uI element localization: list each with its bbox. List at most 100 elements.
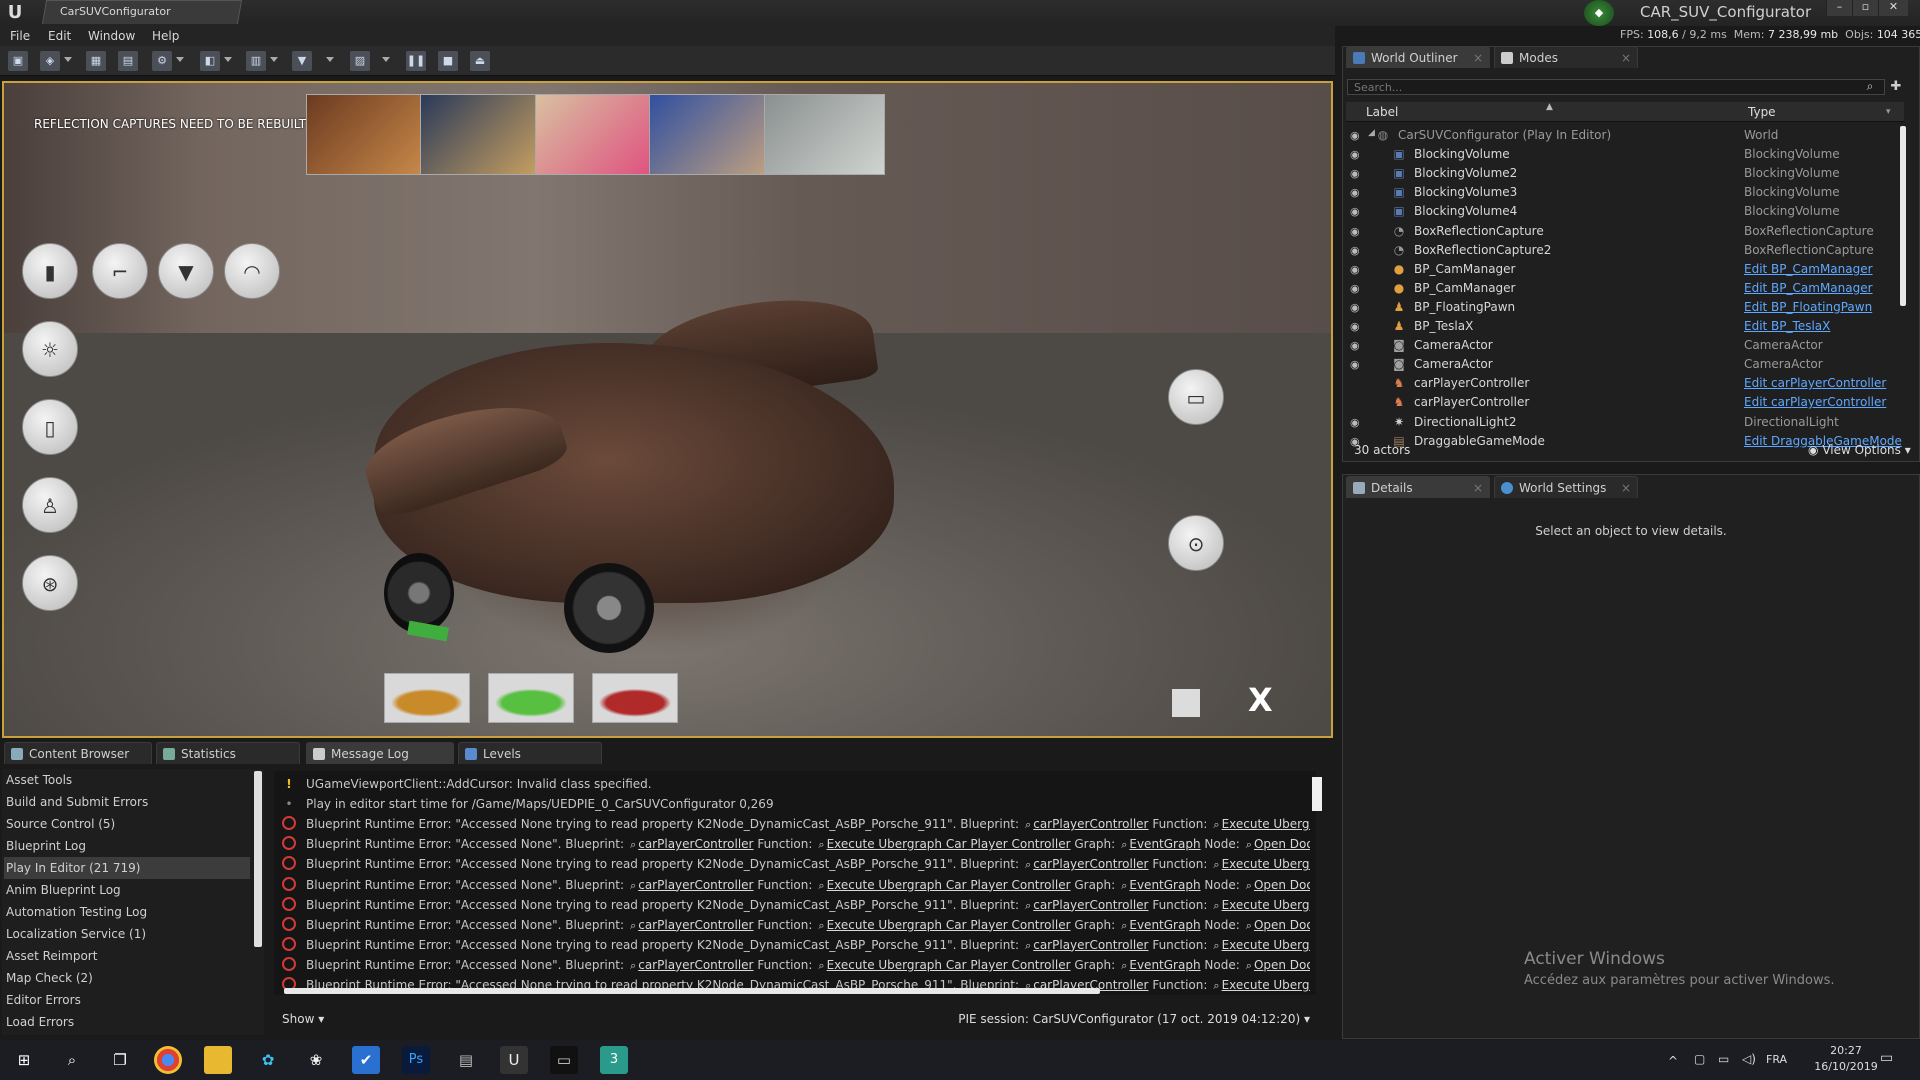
function-link[interactable]: Execute Ubergraph Car Player Contr xyxy=(1222,898,1310,912)
interior-button[interactable]: ▼ xyxy=(158,243,214,299)
log-category-item[interactable]: Load Errors xyxy=(4,1011,250,1033)
close-window-button[interactable]: ✕ xyxy=(1878,0,1908,16)
edit-blueprint-link[interactable]: Edit BP_TeslaX xyxy=(1744,319,1830,333)
app-icon-5[interactable]: 3 xyxy=(600,1046,628,1074)
tab-world-settings[interactable]: World Settings × xyxy=(1494,476,1638,498)
tab-levels[interactable]: Levels xyxy=(458,742,602,764)
front-view-button[interactable]: ⊙ xyxy=(1168,515,1224,571)
outliner-row[interactable]: ◉ ▣ BlockingVolume BlockingVolume xyxy=(1346,145,1898,164)
driver-button[interactable]: ♙ xyxy=(22,477,78,533)
log-category-item[interactable]: Build and Submit Errors xyxy=(4,791,250,813)
function-link[interactable]: Execute Ubergraph Car Player Controller xyxy=(827,918,1071,932)
magnifier-icon[interactable]: ⌕ xyxy=(1246,919,1252,932)
outliner-row[interactable]: ◉ ✷ DirectionalLight2 DirectionalLight xyxy=(1346,413,1898,432)
blueprint-link[interactable]: carPlayerController xyxy=(1033,898,1148,912)
menu-edit[interactable]: Edit xyxy=(48,29,71,43)
outliner-row[interactable]: ◉ ◙ CameraActor CameraActor xyxy=(1346,336,1898,355)
node-link[interactable]: Open Door Right xyxy=(1254,878,1310,892)
visibility-eye-icon[interactable]: ◉ xyxy=(1350,416,1364,429)
outliner-row[interactable]: ◉ ◙ CameraActor CameraActor xyxy=(1346,355,1898,374)
outliner-row[interactable]: ◉ ▣ BlockingVolume4 BlockingVolume xyxy=(1346,202,1898,221)
settings-icon[interactable]: ⚙ xyxy=(152,51,172,71)
visibility-eye-icon[interactable]: ◉ xyxy=(1350,205,1364,218)
tab-message-log[interactable]: Message Log xyxy=(306,742,454,764)
tab-content-browser[interactable]: Content Browser xyxy=(4,742,152,764)
show-filter-button[interactable]: Show ▾ xyxy=(282,1012,324,1026)
edit-blueprint-link[interactable]: Edit BP_CamManager xyxy=(1744,281,1873,295)
visibility-eye-icon[interactable]: ◉ xyxy=(1350,358,1364,371)
function-link[interactable]: Execute Ubergraph Car Player Contr xyxy=(1222,978,1310,992)
content-icon[interactable]: ▦ xyxy=(86,51,106,71)
visibility-eye-icon[interactable]: ◉ xyxy=(1350,148,1364,161)
close-config-button[interactable]: X xyxy=(1248,681,1273,719)
magnifier-icon[interactable]: ⌕ xyxy=(1246,959,1252,972)
tray-chevron-icon[interactable]: ^ xyxy=(1668,1054,1678,1068)
search-icon[interactable]: ⌕ xyxy=(1862,79,1878,95)
graph-link[interactable]: EventGraph xyxy=(1129,958,1200,972)
top-view-button[interactable]: ▯ xyxy=(22,399,78,455)
function-link[interactable]: Execute Ubergraph Car Player Contr xyxy=(1222,938,1310,952)
unreal-taskbar-icon[interactable]: U xyxy=(500,1046,528,1074)
blueprint-link[interactable]: carPlayerController xyxy=(638,837,753,851)
outliner-row[interactable]: ◉ ▣ BlockingVolume3 BlockingVolume xyxy=(1346,183,1898,202)
roof-button[interactable]: ◠ xyxy=(224,243,280,299)
compile-dropdown-icon[interactable] xyxy=(382,57,390,62)
cinematics-icon[interactable]: ▥ xyxy=(246,51,266,71)
maximize-button[interactable]: ▫ xyxy=(1852,0,1878,16)
outliner-scrollbar[interactable] xyxy=(1900,126,1906,306)
visibility-eye-icon[interactable]: ◉ xyxy=(1350,167,1364,180)
magnifier-icon[interactable]: ⌕ xyxy=(818,879,824,892)
blueprints-dropdown-icon[interactable] xyxy=(224,57,232,62)
photoshop-icon[interactable]: Ps xyxy=(402,1046,430,1074)
outliner-row[interactable]: ◉ ◔ BoxReflectionCapture BoxReflectionCaptu… xyxy=(1346,222,1898,241)
close-tab-icon[interactable]: × xyxy=(1473,477,1483,499)
log-vertical-scrollbar[interactable] xyxy=(1312,777,1322,811)
magnifier-icon[interactable]: ⌕ xyxy=(1213,858,1219,871)
menu-file[interactable]: File xyxy=(10,29,30,43)
magnifier-icon[interactable]: ⌕ xyxy=(1025,899,1031,912)
language-indicator[interactable]: FRA xyxy=(1766,1053,1787,1066)
column-dropdown-icon[interactable]: ▾ xyxy=(1886,107,1891,117)
visibility-eye-icon[interactable]: ◉ xyxy=(1350,320,1364,333)
blueprint-link[interactable]: carPlayerController xyxy=(1033,938,1148,952)
magnifier-icon[interactable]: ⌕ xyxy=(630,959,636,972)
pause-icon[interactable]: ❚❚ xyxy=(406,51,426,71)
expand-arrow-icon[interactable]: ◢ xyxy=(1368,128,1375,138)
build-icon[interactable]: ▼ xyxy=(292,51,312,71)
marketplace-icon[interactable]: ▤ xyxy=(118,51,138,71)
column-label[interactable]: Label xyxy=(1366,105,1398,119)
magnifier-icon[interactable]: ⌕ xyxy=(1213,979,1219,992)
car-color-option-2[interactable] xyxy=(488,673,574,723)
search-icon[interactable]: ⌕ xyxy=(58,1046,86,1074)
close-tab-icon[interactable]: × xyxy=(1621,477,1631,499)
function-link[interactable]: Execute Ubergraph Car Player Controller xyxy=(827,837,1071,851)
visibility-eye-icon[interactable]: ◉ xyxy=(1350,225,1364,238)
tab-modes[interactable]: Modes × xyxy=(1494,46,1638,68)
blueprint-link[interactable]: carPlayerController xyxy=(638,918,753,932)
source-control-icon[interactable]: ◈ xyxy=(40,51,60,71)
log-category-item[interactable]: Anim Blueprint Log xyxy=(4,879,250,901)
outliner-row[interactable]: ◉ ▣ BlockingVolume2 BlockingVolume xyxy=(1346,164,1898,183)
magnifier-icon[interactable]: ⌕ xyxy=(818,919,824,932)
node-link[interactable]: Open Door Right xyxy=(1254,837,1310,851)
build-dropdown-icon[interactable] xyxy=(326,57,334,62)
file-explorer-icon[interactable] xyxy=(204,1046,232,1074)
menu-window[interactable]: Window xyxy=(88,29,135,43)
magnifier-icon[interactable]: ⌕ xyxy=(1121,879,1127,892)
app-icon-2[interactable]: ❀ xyxy=(302,1046,330,1074)
visibility-eye-icon[interactable]: ◉ xyxy=(1350,244,1364,257)
visibility-eye-icon[interactable]: ◉ xyxy=(1350,186,1364,199)
pie-session-selector[interactable]: PIE session: CarSUVConfigurator (17 oct.… xyxy=(958,1012,1310,1026)
outliner-row[interactable]: ◉ ● BP_CamManager Edit BP_CamManager xyxy=(1346,279,1898,298)
blueprint-link[interactable]: carPlayerController xyxy=(638,958,753,972)
function-link[interactable]: Execute Ubergraph Car Player Controller xyxy=(827,878,1071,892)
blueprint-link[interactable]: carPlayerController xyxy=(638,878,753,892)
environment-thumbnail-2[interactable] xyxy=(420,94,541,175)
log-category-item[interactable]: Blueprint Log xyxy=(4,835,250,857)
log-horizontal-scrollbar[interactable] xyxy=(284,988,1100,994)
close-tab-icon[interactable]: × xyxy=(1621,47,1631,69)
log-category-item[interactable]: Automation Testing Log xyxy=(4,901,250,923)
outliner-row[interactable]: ◉♞carPlayerControllerEdit carPlayerContr… xyxy=(1346,393,1898,412)
log-category-item[interactable]: Map Check (2) xyxy=(4,967,250,989)
outliner-row[interactable]: ◉ ◍ CarSUVConfigurator (Play In Editor) Wor… xyxy=(1346,126,1898,145)
